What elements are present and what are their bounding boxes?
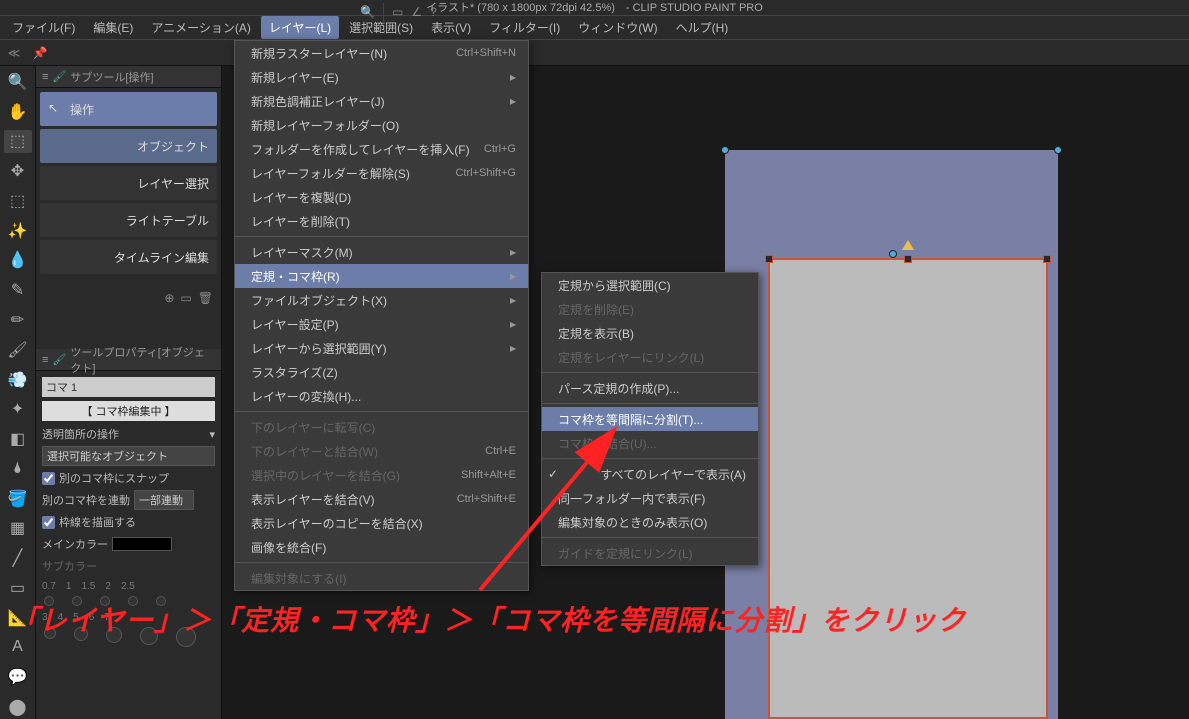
submenu-link-ruler: 定規をレイヤーにリンク(L) [542, 345, 758, 369]
menu-from-selection[interactable]: レイヤーから選択範囲(Y)▸ [235, 336, 528, 360]
menu-create-folder-insert[interactable]: フォルダーを作成してレイヤーを挿入(F)Ctrl+G [235, 137, 528, 161]
menu-convert[interactable]: レイヤーの変換(H)... [235, 384, 528, 408]
ruler-frame-submenu: 定規から選択範囲(C) 定規を削除(E) 定規を表示(B) 定規をレイヤーにリン… [541, 272, 759, 566]
decoration-tool-icon[interactable]: ✦ [4, 397, 32, 421]
menu-ruler-frame[interactable]: 定規・コマ枠(R)▸ [235, 264, 528, 288]
menu-file[interactable]: ファイル(F) [4, 16, 83, 39]
link-mode-select[interactable]: 一部連動 [134, 490, 194, 510]
collapse-icon[interactable]: ≪ [4, 43, 24, 63]
submenu-show-all-layers[interactable]: ✓ すべてのレイヤーで表示(A) [542, 462, 758, 486]
subtool-header: ≡🖌サブツール[操作] [36, 66, 221, 88]
subtool-object[interactable]: オブジェクト [40, 129, 217, 163]
correction-tool-icon[interactable]: ⬤ [4, 695, 32, 719]
menu-flatten[interactable]: 画像を統合(F) [235, 535, 528, 559]
move-tool-icon[interactable]: ✥ [4, 159, 32, 183]
menu-duplicate[interactable]: レイヤーを複製(D) [235, 185, 528, 209]
airbrush-tool-icon[interactable]: 💨 [4, 368, 32, 392]
zoom-tool-icon[interactable]: 🔍 [4, 70, 32, 94]
pen-tool-icon[interactable]: ✎ [4, 278, 32, 302]
brush-size-row: 0.7 1 1.5 2 2.5 [42, 581, 215, 592]
menu-edit-target: 編集対象にする(I) [235, 566, 528, 590]
subtool-menu-icon[interactable]: ▭ [180, 291, 191, 305]
submenu-show-same-folder[interactable]: 同一フォルダー内で表示(F) [542, 486, 758, 510]
menu-mask[interactable]: レイヤーマスク(M)▸ [235, 240, 528, 264]
submenu-show-ruler[interactable]: 定規を表示(B) [542, 321, 758, 345]
menu-new-correction[interactable]: 新規色調補正レイヤー(J)▸ [235, 89, 528, 113]
menu-filter[interactable]: フィルター(I) [481, 16, 568, 39]
menu-help[interactable]: ヘルプ(H) [668, 16, 737, 39]
submenu-link-guide: ガイドを定規にリンク(L) [542, 541, 758, 565]
text-tool-icon[interactable]: A [4, 636, 32, 660]
submenu-divide-frame[interactable]: コマ枠を等間隔に分割(T)... [542, 407, 758, 431]
menu-file-object[interactable]: ファイルオブジェクト(X)▸ [235, 288, 528, 312]
menu-new-raster[interactable]: 新規ラスターレイヤー(N)Ctrl+Shift+N [235, 41, 528, 65]
menu-window[interactable]: ウィンドウ(W) [570, 16, 665, 39]
marquee-tool-icon[interactable]: ⬚ [4, 189, 32, 213]
delete-subtool-icon[interactable]: 🗑 [198, 291, 213, 305]
gradient-tool-icon[interactable]: ▦ [4, 516, 32, 540]
menu-merge-visible[interactable]: 表示レイヤーを結合(V)Ctrl+Shift+E [235, 487, 528, 511]
koma-tab[interactable]: コマ 1 [42, 377, 215, 397]
dropdown-icon[interactable]: ▾ [209, 428, 215, 441]
menu-new-folder[interactable]: 新規レイヤーフォルダー(O) [235, 113, 528, 137]
triangle-handle-icon[interactable] [902, 240, 914, 250]
main-color-swatch[interactable] [112, 537, 172, 551]
subtool-timeline-edit[interactable]: タイムライン編集 [40, 240, 217, 274]
pin-icon[interactable]: 📌 [30, 43, 50, 63]
operation-tool-icon[interactable]: ⬚ [4, 130, 32, 154]
fill-tool-icon[interactable]: 🪣 [4, 487, 32, 511]
layer-dropdown-menu: 新規ラスターレイヤー(N)Ctrl+Shift+N 新規レイヤー(E)▸ 新規色… [234, 40, 529, 591]
menu-merge-visible-copy[interactable]: 表示レイヤーのコピーを結合(X) [235, 511, 528, 535]
hand-tool-icon[interactable]: ✋ [4, 100, 32, 124]
wand-tool-icon[interactable]: ✨ [4, 219, 32, 243]
menu-new-layer[interactable]: 新規レイヤー(E)▸ [235, 65, 528, 89]
rect-tool-icon[interactable]: ▭ [392, 5, 403, 19]
snap-checkbox[interactable] [42, 472, 55, 485]
cursor-icon: ↖ [48, 101, 64, 117]
subtool-operate[interactable]: ↖ 操作 [40, 92, 217, 126]
frame-tool-icon[interactable]: ▭ [4, 576, 32, 600]
submenu-merge-frame: コマ枠を結合(U)... [542, 431, 758, 455]
menu-edit[interactable]: 編集(E) [85, 16, 141, 39]
top-toolbar: ≪ 📌 🔍 ▭ ∠ ? [0, 40, 1189, 66]
submenu-delete-ruler: 定規を削除(E) [542, 297, 758, 321]
submenu-show-only-edit[interactable]: 編集対象のときのみ表示(O) [542, 510, 758, 534]
balloon-tool-icon[interactable]: 💬 [4, 665, 32, 689]
menu-merge-selected: 選択中のレイヤーを結合(G)Shift+Alt+E [235, 463, 528, 487]
figure-tool-icon[interactable]: ╱ [4, 546, 32, 570]
subtool-layer-select[interactable]: レイヤー選択 [40, 166, 217, 200]
menu-rasterize[interactable]: ラスタライズ(Z) [235, 360, 528, 384]
draw-border-checkbox[interactable] [42, 516, 55, 529]
submenu-create-perspective[interactable]: パース定規の作成(P)... [542, 376, 758, 400]
title-bar: イラスト* (780 x 1800px 72dpi 42.5%) - CLIP … [0, 0, 1189, 16]
selectable-objects-select[interactable]: 選択可能なオブジェクト [42, 446, 215, 466]
eraser-tool-icon[interactable]: ◧ [4, 427, 32, 451]
zoom-icon[interactable]: 🔍 [360, 5, 375, 19]
help-icon[interactable]: ? [430, 5, 437, 19]
menu-transfer-down: 下のレイヤーに転写(C) [235, 415, 528, 439]
menu-bar: ファイル(F) 編集(E) アニメーション(A) レイヤー(L) 選択範囲(S)… [0, 16, 1189, 40]
menu-settings[interactable]: レイヤー設定(P)▸ [235, 312, 528, 336]
menu-delete[interactable]: レイヤーを削除(T) [235, 209, 528, 233]
prop-transparent: 透明箇所の操作▾ [42, 425, 215, 443]
editing-label: 【 コマ枠編集中 】 [42, 401, 215, 421]
koma-frame[interactable] [768, 258, 1048, 719]
submenu-select-from-ruler[interactable]: 定規から選択範囲(C) [542, 273, 758, 297]
blend-tool-icon[interactable]: 🌢 [4, 457, 32, 481]
menu-unfold-folder[interactable]: レイヤーフォルダーを解除(S)Ctrl+Shift+G [235, 161, 528, 185]
add-subtool-icon[interactable]: ⊕ [164, 291, 174, 305]
eyedropper-tool-icon[interactable]: 💧 [4, 249, 32, 273]
angle-tool-icon[interactable]: ∠ [411, 5, 422, 19]
tool-property-header: ≡🖌ツールプロパティ[オブジェクト] [36, 349, 221, 371]
brush-tool-icon[interactable]: 🖌 [4, 338, 32, 362]
instruction-text: 「レイヤー」＞「定規・コマ枠」＞「コマ枠を等間隔に分割」をクリック [10, 599, 966, 639]
menu-merge-down: 下のレイヤーと結合(W)Ctrl+E [235, 439, 528, 463]
pencil-tool-icon[interactable]: ✏ [4, 308, 32, 332]
subtool-light-table[interactable]: ライトテーブル [40, 203, 217, 237]
menu-animation[interactable]: アニメーション(A) [143, 16, 259, 39]
menu-layer[interactable]: レイヤー(L) [261, 16, 339, 39]
